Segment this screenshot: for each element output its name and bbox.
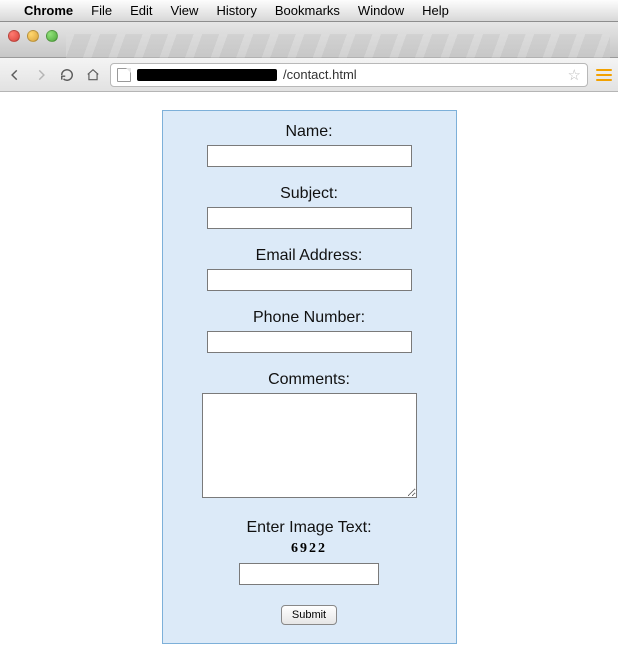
browser-window: /contact.html ☆ [0, 22, 618, 92]
captcha-label: Enter Image Text: [183, 519, 436, 537]
reload-button[interactable] [58, 66, 76, 84]
phone-label: Phone Number: [183, 309, 436, 327]
contact-form: Name: Subject: Email Address: Phone Numb… [162, 110, 457, 644]
email-label: Email Address: [183, 247, 436, 265]
subject-label: Subject: [183, 185, 436, 203]
minimize-window-button[interactable] [27, 30, 39, 42]
phone-input[interactable] [207, 331, 412, 353]
zoom-window-button[interactable] [46, 30, 58, 42]
close-window-button[interactable] [8, 30, 20, 42]
menubar-bookmarks[interactable]: Bookmarks [275, 3, 340, 18]
chrome-menu-button[interactable] [596, 69, 612, 81]
comments-field: Comments: [183, 371, 436, 501]
comments-input[interactable] [202, 393, 417, 498]
captcha-input[interactable] [239, 563, 379, 585]
url-redacted-host [137, 69, 277, 81]
url-path: /contact.html [283, 67, 562, 82]
phone-field: Phone Number: [183, 309, 436, 353]
page-icon [117, 68, 131, 82]
captcha-code: 6922 [183, 541, 436, 557]
window-titlebar [0, 22, 618, 58]
submit-button[interactable]: Submit [281, 605, 337, 625]
captcha-field: Enter Image Text: 6922 [183, 519, 436, 585]
menubar-help[interactable]: Help [422, 3, 449, 18]
menubar-window[interactable]: Window [358, 3, 404, 18]
forward-button[interactable] [32, 66, 50, 84]
name-input[interactable] [207, 145, 412, 167]
mac-menubar: Chrome File Edit View History Bookmarks … [0, 0, 618, 22]
subject-input[interactable] [207, 207, 412, 229]
bookmark-star-icon[interactable]: ☆ [568, 66, 581, 84]
page-content: Name: Subject: Email Address: Phone Numb… [0, 92, 618, 644]
name-field: Name: [183, 123, 436, 167]
menubar-app[interactable]: Chrome [24, 3, 73, 18]
tab-strip[interactable] [66, 28, 610, 58]
browser-toolbar: /contact.html ☆ [0, 58, 618, 92]
subject-field: Subject: [183, 185, 436, 229]
menubar-file[interactable]: File [91, 3, 112, 18]
menubar-edit[interactable]: Edit [130, 3, 152, 18]
name-label: Name: [183, 123, 436, 141]
comments-label: Comments: [183, 371, 436, 389]
menubar-history[interactable]: History [216, 3, 256, 18]
email-field: Email Address: [183, 247, 436, 291]
address-bar[interactable]: /contact.html ☆ [110, 63, 588, 87]
menubar-view[interactable]: View [170, 3, 198, 18]
window-controls [8, 30, 58, 42]
home-button[interactable] [84, 66, 102, 84]
back-button[interactable] [6, 66, 24, 84]
email-input[interactable] [207, 269, 412, 291]
